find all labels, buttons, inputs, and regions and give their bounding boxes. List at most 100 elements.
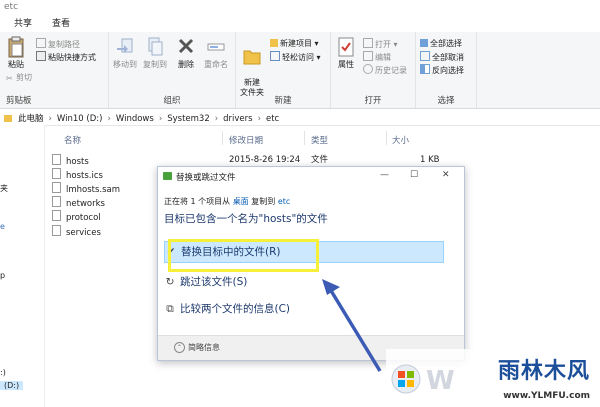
skip-icon: ↻ [165,276,175,288]
file-name: protocol [66,213,101,223]
file-name: services [66,228,101,238]
invert-selection-button[interactable]: 反向选择 [420,64,464,76]
file-icon [52,196,61,207]
window-title: etc [4,2,19,12]
nav-item-d-drive[interactable]: (D:) [0,381,24,390]
select-all-button[interactable]: 全部选择 [420,38,462,49]
easy-access-button[interactable]: 轻松访问 ▾ [270,51,321,63]
copy-path-button[interactable]: 复制路径 [36,38,80,50]
column-header-date[interactable]: 修改日期 [229,134,263,146]
file-icon [52,168,61,179]
fewer-details-link[interactable]: 简略信息 [188,342,220,353]
file-row[interactable]: hosts.ics [52,168,103,181]
group-label-open: 打开 [364,96,382,106]
clipboard-icon [8,36,24,58]
new-folder-button[interactable]: 新建 文件夹 [238,36,266,98]
watermark-url: www.YLMFU.com [503,391,590,401]
paste-button[interactable]: 粘贴 [2,36,30,70]
properties-check-icon [338,37,354,57]
annotation-arrow-icon [322,279,382,372]
destination-link[interactable]: etc [278,197,290,206]
cut-button[interactable]: ✂ 剪切 [6,72,32,83]
history-icon [363,64,373,74]
file-row[interactable]: protocol [52,210,101,223]
ribbon-tabs: 共享 查看 [0,16,600,33]
column-divider[interactable] [386,131,387,145]
minimize-button[interactable]: — [380,170,389,180]
breadcrumb-item[interactable]: System32 [167,114,210,124]
copy-to-button[interactable]: 复制到 [141,36,169,70]
history-button[interactable]: 历史记录 [363,64,407,76]
tab-share[interactable]: 共享 [8,17,38,31]
nav-item[interactable]: :) [0,368,6,377]
group-open: 属性 打开 ▾ 编辑 历史记录 打开 [331,32,416,108]
column-header-name[interactable]: 名称 [64,134,81,146]
file-size: 1 KB [420,155,440,165]
nav-item[interactable]: e [0,222,5,231]
file-name: hosts [66,157,89,167]
rename-button[interactable]: 重命名 [201,36,231,70]
new-item-icon [270,39,278,47]
move-to-icon [117,38,133,53]
navigation-pane: 夹 e p :) (D:) [0,125,45,407]
breadcrumb-item[interactable]: drivers [223,114,252,124]
column-divider[interactable] [304,131,305,145]
group-clipboard: 粘贴 复制路径 粘贴快捷方式 ✂ 剪切 剪贴板 [0,32,109,108]
chevron-right-icon: › [214,114,219,124]
open-button[interactable]: 打开 ▾ [363,38,398,50]
file-name: hosts.ics [66,171,103,181]
move-to-button[interactable]: 移动到 [111,36,139,70]
breadcrumb-item[interactable]: Windows [116,114,154,124]
column-header-type[interactable]: 类型 [311,134,328,146]
address-bar[interactable]: 此电脑 › Win10 (D:) › Windows › System32 › drivers ›… [0,109,600,126]
folder-icon [4,115,12,122]
select-all-icon [420,39,428,47]
group-label-select: 选择 [437,96,455,106]
column-header-size[interactable]: 大小 [392,134,409,146]
file-row[interactable]: services [52,225,101,238]
option-label: 跳过该文件(S) [180,276,248,288]
chevron-right-icon: › [257,114,261,124]
rename-icon [207,43,225,51]
watermark-brand: 雨林木风 [497,359,590,384]
chevron-right-icon: › [107,114,111,124]
file-icon [52,154,61,165]
breadcrumb-item[interactable]: etc [266,114,279,124]
group-select: 全部选择 全部取消 反向选择 选择 [416,32,477,108]
paste-shortcut-button[interactable]: 粘贴快捷方式 [36,51,96,63]
properties-button[interactable]: 属性 [333,36,359,70]
file-icon [52,182,61,193]
file-row[interactable]: hosts [52,154,89,167]
copy-status: 正在将 1 个项目从 桌面 复制到 etc [164,197,291,206]
file-icon [52,225,61,236]
dialog-app-icon [163,172,172,180]
file-row[interactable]: networks [52,196,105,209]
file-type: 文件 [311,155,329,165]
file-row[interactable]: lmhosts.sam [52,182,120,195]
delete-x-icon [178,38,194,54]
chevron-right-icon: › [48,114,52,124]
column-divider[interactable] [222,131,223,145]
breadcrumb-item[interactable]: 此电脑 [18,114,44,124]
nav-item[interactable]: p [0,271,5,280]
group-organize: 移动到 复制到 删除 重命名 组织 [109,32,236,108]
tab-view[interactable]: 查看 [46,17,76,31]
select-none-button[interactable]: 全部取消 [420,51,464,63]
edit-button[interactable]: 编辑 [363,51,391,63]
chevron-up-icon[interactable]: ⌃ [174,342,185,353]
maximize-button[interactable]: ☐ [410,170,418,180]
source-link[interactable]: 桌面 [233,197,249,206]
easy-access-icon [270,51,280,61]
dialog-title: 替换或跳过文件 [176,173,236,183]
new-item-button[interactable]: 新建项目 ▾ [270,38,319,49]
compare-files-option[interactable]: ⧉ 比较两个文件的信息(C) [164,299,442,319]
breadcrumb-item[interactable]: Win10 (D:) [57,114,103,124]
group-new: 新建 文件夹 新建项目 ▾ 轻松访问 ▾ 新建 [236,32,331,108]
nav-item[interactable]: 夹 [0,183,8,194]
close-button[interactable]: ✕ [442,170,450,180]
ribbon: 粘贴 复制路径 粘贴快捷方式 ✂ 剪切 剪贴板 移动到 复制到 删除 重命名 组织… [0,32,600,109]
delete-button[interactable]: 删除 [173,36,199,70]
paste-label: 粘贴 [8,60,24,69]
skip-file-option[interactable]: ↻ 跳过该文件(S) [164,272,442,292]
open-icon [363,38,373,48]
